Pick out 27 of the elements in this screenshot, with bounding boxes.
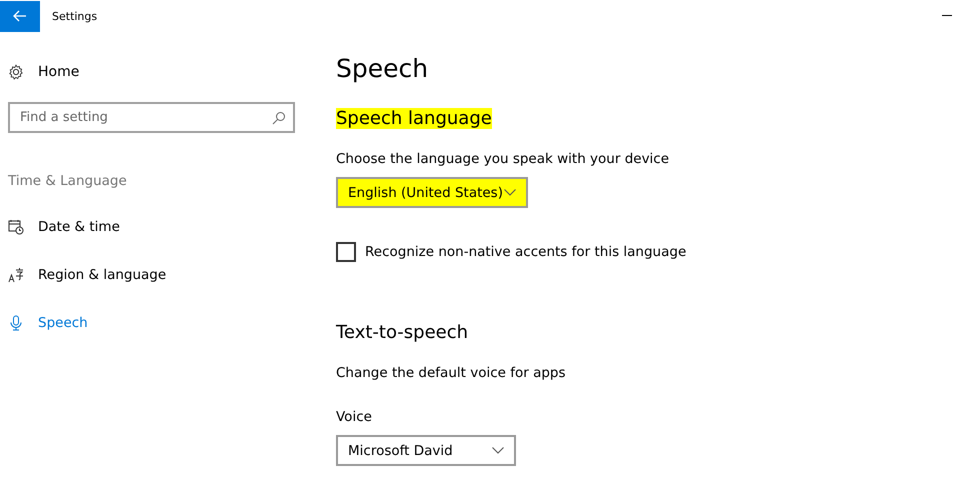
page-title: Speech (336, 54, 430, 85)
section-heading: Speech language (336, 108, 492, 129)
section-description: Choose the language you speak with your device (336, 151, 670, 167)
chevron-down-icon (504, 189, 516, 196)
minimize-icon[interactable] (942, 15, 952, 17)
checkbox-label: Recognize non-native accents for this language (365, 244, 686, 260)
search-icon (272, 111, 286, 125)
back-button[interactable] (0, 0, 40, 32)
home-link[interactable]: Home (8, 62, 320, 82)
section-heading: Text-to-speech (336, 322, 468, 343)
dropdown[interactable]: English (United States) (336, 177, 528, 208)
checkbox[interactable] (336, 242, 356, 262)
nav-item[interactable]: Date & time (8, 217, 228, 237)
search-field[interactable]: Find a setting (8, 102, 295, 133)
calendar-icon (8, 219, 24, 235)
language-icon (8, 267, 24, 283)
nav-item[interactable]: Speech (8, 313, 228, 333)
back-arrow-icon (13, 10, 27, 22)
group-heading: Time & Language (8, 173, 128, 189)
gear-icon (8, 64, 24, 80)
field-label: Voice (336, 409, 373, 425)
section-description: Change the default voice for apps (336, 365, 567, 381)
dropdown[interactable]: Microsoft David (336, 435, 516, 466)
nav-item[interactable]: Region & language (8, 265, 228, 285)
chevron-down-icon (492, 447, 504, 454)
window-title: Settings (52, 10, 98, 22)
microphone-icon (8, 315, 24, 331)
